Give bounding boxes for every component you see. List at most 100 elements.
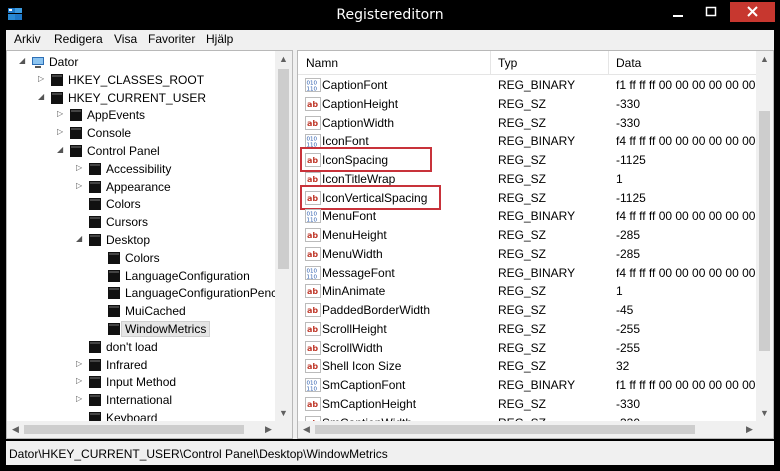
- menu-redigera[interactable]: Redigera: [54, 32, 103, 46]
- list-vertical-scrollbar[interactable]: ▲ ▼: [756, 51, 773, 422]
- tree-item-label: HKEY_CURRENT_USER: [68, 90, 207, 105]
- value-row[interactable]: ab CaptionWidth REG_SZ -330: [298, 114, 758, 132]
- expand-arrow-icon[interactable]: ◢: [19, 56, 29, 66]
- tree-item-dont-load[interactable]: don't load: [7, 338, 277, 356]
- scroll-left-icon[interactable]: ◀: [7, 421, 24, 438]
- value-data-cell: -255: [616, 340, 641, 355]
- expand-arrow-icon[interactable]: ◢: [38, 92, 48, 102]
- tree-vertical-scrollbar[interactable]: ▲ ▼: [275, 51, 292, 422]
- value-data-cell: -330: [616, 396, 641, 411]
- tree-item-label: WindowMetrics: [121, 321, 211, 337]
- tree-hscroll-thumb[interactable]: [24, 425, 244, 434]
- svg-text:ab: ab: [307, 175, 318, 184]
- tree-item-muicached[interactable]: MuiCached: [7, 302, 277, 320]
- tree-item-windowmetrics[interactable]: WindowMetrics: [7, 320, 277, 338]
- collapse-arrow-icon[interactable]: ▷: [76, 359, 86, 369]
- value-name-cell: Shell Icon Size: [322, 359, 402, 374]
- list-vscroll-thumb[interactable]: [759, 111, 770, 351]
- tree-vscroll-thumb[interactable]: [278, 69, 289, 269]
- value-row[interactable]: ab IconSpacing REG_SZ -1125: [298, 147, 758, 172]
- values-list-pane[interactable]: Namn Typ Data 010 110 CaptionFont REG_BINAR…: [297, 50, 774, 439]
- scroll-up-icon[interactable]: ▲: [756, 51, 773, 68]
- value-row[interactable]: ab MenuHeight REG_SZ -285: [298, 226, 758, 244]
- tree-horizontal-scrollbar[interactable]: ◀ ▶: [7, 421, 277, 438]
- list-hscroll-thumb[interactable]: [315, 425, 695, 434]
- column-header-name[interactable]: Namn: [306, 56, 338, 70]
- folder-icon: [89, 376, 101, 389]
- value-row[interactable]: ab ScrollHeight REG_SZ -255: [298, 320, 758, 338]
- tree-item-control-panel[interactable]: ◢ Control Panel: [7, 142, 277, 160]
- collapse-arrow-icon[interactable]: ▷: [57, 127, 67, 137]
- column-header-type[interactable]: Typ: [498, 56, 517, 70]
- key-tree-pane[interactable]: ◢ Dator ▷ HKEY_CLASSES_ROOT ◢ HKEY_CURRENT_US…: [6, 50, 293, 439]
- value-data-cell: -255: [616, 321, 641, 336]
- expand-arrow-icon[interactable]: ◢: [57, 145, 67, 155]
- tree-item-input-method[interactable]: ▷ Input Method: [7, 373, 277, 391]
- value-row[interactable]: ab PaddedBorderWidth REG_SZ -45: [298, 301, 758, 319]
- minimize-button[interactable]: [663, 2, 693, 22]
- value-row[interactable]: ab CaptionHeight REG_SZ -330: [298, 95, 758, 113]
- maximize-button[interactable]: [696, 2, 726, 22]
- folder-icon: [89, 216, 101, 229]
- value-row[interactable]: 010 110 MessageFont REG_BINARY f4 ff ff ff 0…: [298, 264, 758, 282]
- value-row[interactable]: ab Shell Icon Size REG_SZ 32: [298, 357, 758, 375]
- tree-item-desktop-colors[interactable]: Colors: [7, 249, 277, 267]
- value-type-cell: REG_SZ: [498, 340, 547, 355]
- tree-item-dator[interactable]: ◢ Dator: [7, 53, 277, 71]
- column-header-data[interactable]: Data: [616, 56, 641, 70]
- string-value-icon: ab: [305, 303, 321, 317]
- tree-item-languageconfigurationpenc[interactable]: LanguageConfigurationPenc: [7, 284, 277, 302]
- expand-arrow-icon[interactable]: ◢: [76, 234, 86, 244]
- menu-arkiv[interactable]: Arkiv: [14, 32, 41, 46]
- collapse-arrow-icon[interactable]: ▷: [76, 394, 86, 404]
- value-row[interactable]: ab MenuWidth REG_SZ -285: [298, 245, 758, 263]
- menu-visa[interactable]: Visa: [114, 32, 137, 46]
- column-divider[interactable]: [490, 51, 491, 75]
- tree-item-console[interactable]: ▷ Console: [7, 124, 277, 142]
- close-button[interactable]: [730, 2, 775, 22]
- tree-item-hkey-classes-root[interactable]: ▷ HKEY_CLASSES_ROOT: [7, 71, 277, 89]
- menu-bar: Arkiv Redigera Visa Favoriter Hjälp: [6, 30, 774, 50]
- value-row[interactable]: ab IconVerticalSpacing REG_SZ -1125: [298, 184, 758, 210]
- scroll-left-icon[interactable]: ◀: [298, 421, 315, 438]
- column-divider[interactable]: [608, 51, 609, 75]
- binary-value-icon: 010110: [305, 78, 321, 92]
- tree-item-appearance[interactable]: ▷ Appearance: [7, 178, 277, 196]
- value-type-cell: REG_BINARY: [498, 78, 576, 92]
- tree-item-desktop[interactable]: ◢ Desktop: [7, 231, 277, 249]
- value-row[interactable]: 010 110 MenuFont REG_BINARY f4 ff ff ff 00 0…: [298, 207, 758, 225]
- value-row[interactable]: 010 110 CaptionFont REG_BINARY f1 ff ff ff 0…: [298, 76, 758, 94]
- highlight-annotation: [300, 184, 441, 210]
- scroll-down-icon[interactable]: ▼: [275, 405, 292, 422]
- value-name-cell: MessageFont: [322, 265, 395, 280]
- tree-item-label: Accessibility: [106, 161, 172, 176]
- collapse-arrow-icon[interactable]: ▷: [76, 181, 86, 191]
- value-row[interactable]: ab SmCaptionHeight REG_SZ -330: [298, 395, 758, 413]
- tree-item-infrared[interactable]: ▷ Infrared: [7, 356, 277, 374]
- tree-item-accessibility[interactable]: ▷ Accessibility: [7, 160, 277, 178]
- tree-item-international[interactable]: ▷ International: [7, 391, 277, 409]
- collapse-arrow-icon[interactable]: ▷: [76, 376, 86, 386]
- value-row[interactable]: 010 110 SmCaptionFont REG_BINARY f1 ff ff ff…: [298, 376, 758, 394]
- value-row[interactable]: ab MinAnimate REG_SZ 1: [298, 282, 758, 300]
- tree-item-cursors[interactable]: Cursors: [7, 213, 277, 231]
- tree-item-languageconfiguration[interactable]: LanguageConfiguration: [7, 267, 277, 285]
- collapse-arrow-icon[interactable]: ▷: [76, 163, 86, 173]
- tree-item-hkey-current-user[interactable]: ◢ HKEY_CURRENT_USER: [7, 89, 277, 107]
- scroll-down-icon[interactable]: ▼: [756, 405, 773, 422]
- value-row[interactable]: ab ScrollWidth REG_SZ -255: [298, 339, 758, 357]
- value-data-cell: -330: [616, 115, 641, 130]
- tree-item-appevents[interactable]: ▷ AppEvents: [7, 106, 277, 124]
- collapse-arrow-icon[interactable]: ▷: [38, 74, 48, 84]
- menu-favoriter[interactable]: Favoriter: [148, 32, 195, 46]
- tree-item-colors[interactable]: Colors: [7, 195, 277, 213]
- svg-text:ab: ab: [307, 100, 318, 109]
- svg-text:ab: ab: [307, 362, 318, 371]
- list-horizontal-scrollbar[interactable]: ◀ ▶: [298, 421, 758, 438]
- scroll-up-icon[interactable]: ▲: [275, 51, 292, 68]
- string-value-icon: ab: [305, 340, 321, 355]
- svg-text:ab: ab: [307, 250, 318, 259]
- value-name-cell: SmCaptionHeight: [322, 396, 417, 411]
- collapse-arrow-icon[interactable]: ▷: [57, 109, 67, 119]
- menu-hjalp[interactable]: Hjälp: [206, 32, 233, 46]
